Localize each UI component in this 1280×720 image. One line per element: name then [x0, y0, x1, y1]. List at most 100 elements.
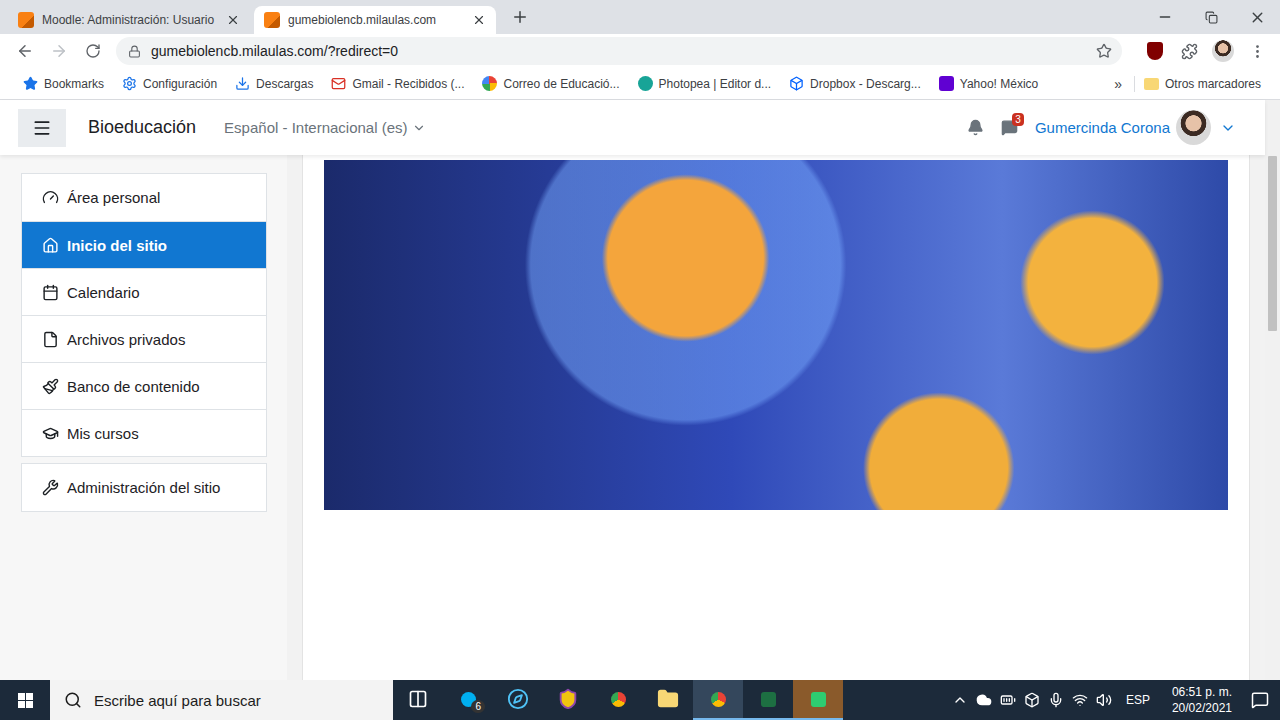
task-view-button[interactable] [393, 680, 443, 720]
puzzle-icon [1181, 43, 1198, 60]
ublock-icon [1147, 42, 1163, 60]
dropbox-icon [789, 76, 804, 91]
clock[interactable]: 06:51 p. m.20/02/2021 [1164, 684, 1240, 716]
sidebar-item[interactable]: Área personal [22, 174, 266, 221]
bookmark-item[interactable]: Configuración [113, 76, 226, 91]
excel-button[interactable] [743, 680, 793, 720]
sidebar-item-icon [42, 425, 59, 442]
scroll-thumb[interactable] [1268, 156, 1277, 331]
skype-button[interactable]: 6 [443, 680, 493, 720]
tab-strip: Moodle: Administración: Usuario gumebiole… [0, 0, 1280, 34]
sidebar-item-icon [42, 331, 59, 348]
nav-drawer: Área personalInicio del sitioCalendarioA… [0, 155, 287, 680]
input-language[interactable]: ESP [1120, 693, 1156, 707]
restore-button[interactable] [1188, 0, 1234, 34]
notifications-button[interactable] [959, 111, 993, 145]
language-menu[interactable]: Español - Internacional (es) [224, 119, 425, 136]
back-icon [16, 42, 34, 60]
sidebar-item-icon [42, 378, 59, 395]
star-icon [23, 76, 38, 91]
battery-icon[interactable] [1000, 692, 1016, 708]
video-editor-icon [811, 692, 826, 707]
sidebar-item-icon [42, 284, 59, 301]
sidebar-item[interactable]: Mis cursos [22, 409, 266, 456]
extensions-button[interactable] [1174, 36, 1204, 66]
hamburger-icon [32, 118, 52, 138]
bookmark-item[interactable]: Dropbox - Descarg... [780, 76, 930, 91]
video-editor-button[interactable] [793, 680, 843, 720]
bookmark-item[interactable]: Yahoo! México [930, 76, 1048, 91]
site-name[interactable]: Bioeducación [88, 117, 196, 138]
microphone-icon[interactable] [1048, 692, 1064, 708]
start-button[interactable] [0, 680, 50, 720]
excel-icon [761, 692, 776, 707]
tab-label: gumebiolencb.milaulas.com [288, 13, 464, 27]
messages-button[interactable]: 3 [993, 111, 1027, 145]
chrome-button[interactable] [593, 680, 643, 720]
bookmark-item[interactable]: Gmail - Recibidos (... [322, 76, 473, 91]
drawer-toggle-button[interactable] [18, 109, 66, 147]
bookmark-item[interactable]: Bookmarks [14, 76, 113, 91]
user-name[interactable]: Gumercinda Corona [1035, 119, 1170, 136]
bookmark-item[interactable]: Correo de Educació... [473, 76, 628, 91]
close-button[interactable] [1234, 0, 1280, 34]
skype-badge: 6 [471, 700, 485, 713]
moodle-icon [18, 12, 34, 28]
volume-icon[interactable] [1096, 692, 1112, 708]
windows-logo-icon [18, 693, 33, 708]
sidebar-item[interactable]: Archivos privados [22, 315, 266, 362]
bookmarks-bar: BookmarksConfiguraciónDescargasGmail - R… [0, 68, 1280, 100]
bell-icon [967, 119, 984, 136]
bookmark-star-icon[interactable] [1096, 43, 1112, 59]
sidebar-item[interactable]: Banco de contenido [22, 362, 266, 409]
taskbar-search[interactable]: Escribe aquí para buscar [50, 680, 393, 720]
sidebar-item[interactable]: Calendario [22, 268, 266, 315]
sidebar-item-icon [42, 189, 59, 206]
wrench-icon [42, 479, 59, 496]
scrollbar[interactable] [1265, 100, 1280, 680]
taskbar: Escribe aquí para buscar 6 ESP 06:51 p. m.2… [0, 680, 1280, 720]
reload-button[interactable] [78, 36, 108, 66]
folder-icon [1144, 78, 1159, 90]
file-explorer-button[interactable] [643, 680, 693, 720]
user-avatar-icon[interactable] [1176, 110, 1211, 145]
forward-button[interactable] [44, 36, 74, 66]
gmail-icon [331, 76, 346, 91]
extension-button[interactable] [1140, 36, 1170, 66]
app-button[interactable] [493, 680, 543, 720]
minimize-button[interactable] [1142, 0, 1188, 34]
show-hidden-icon[interactable] [952, 692, 968, 708]
app-button[interactable] [543, 680, 593, 720]
user-menu-button[interactable] [1211, 111, 1245, 145]
lock-icon [128, 45, 141, 58]
sidebar-item[interactable]: Inicio del sitio [22, 221, 266, 268]
menu-button[interactable] [1242, 36, 1272, 66]
photopea-icon [638, 76, 653, 91]
search-icon [64, 691, 82, 709]
chrome-profile-button[interactable] [693, 680, 743, 720]
sidebar-item[interactable]: Administración del sitio [22, 464, 266, 511]
address-text: gumebiolencb.milaulas.com/?redirect=0 [151, 43, 1086, 59]
address-bar[interactable]: gumebiolencb.milaulas.com/?redirect=0 [116, 37, 1122, 65]
forward-icon [50, 42, 68, 60]
other-bookmarks[interactable]: Otros marcadores [1135, 77, 1270, 91]
close-icon[interactable] [472, 13, 486, 27]
moodle-icon [264, 12, 280, 28]
new-tab-button[interactable] [506, 3, 534, 31]
wifi-icon[interactable] [1072, 692, 1088, 708]
browser-tab[interactable]: gumebiolencb.milaulas.com [254, 6, 496, 34]
web-page: Bioeducación Español - Internacional (es)… [0, 100, 1280, 680]
gear-icon [122, 76, 137, 91]
back-button[interactable] [10, 36, 40, 66]
bookmark-item[interactable]: Photopea | Editor d... [629, 76, 781, 91]
browser-tab[interactable]: Moodle: Administración: Usuario [8, 6, 250, 34]
close-icon[interactable] [226, 13, 240, 27]
onedrive-icon[interactable] [976, 692, 992, 708]
profile-button[interactable] [1208, 36, 1238, 66]
profile-avatar-icon [1212, 40, 1234, 62]
notifications-button[interactable] [1240, 680, 1280, 720]
dropbox-icon[interactable] [1024, 692, 1040, 708]
more-bookmarks-button[interactable]: » [1102, 76, 1135, 92]
bookmark-item[interactable]: Descargas [226, 76, 322, 91]
messages-badge: 3 [1012, 113, 1024, 126]
